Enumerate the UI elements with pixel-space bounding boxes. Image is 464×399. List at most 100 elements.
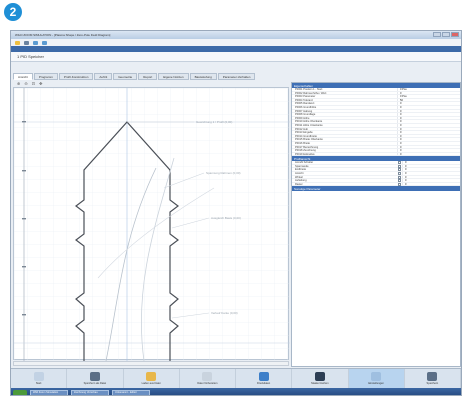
property-checkbox[interactable] <box>398 172 401 176</box>
taskbar-item[interactable]: Wild Zoom Simulation <box>30 389 68 395</box>
property-checkbox[interactable] <box>398 182 401 186</box>
action-button-2[interactable]: Laden aus Datei <box>124 369 180 388</box>
save-icon <box>427 372 438 381</box>
property-key: P0002 Rahmenhöhe / Wert <box>295 91 327 95</box>
profile-diagram[interactable]: Gewichtung 1 / Profil (0,00) Spannung Ra… <box>13 87 290 361</box>
pan-icon[interactable]: ✥ <box>39 81 42 86</box>
taskbar-item[interactable]: Zeichnung Vorschau <box>71 389 109 395</box>
tab-5[interactable]: Report <box>138 73 158 80</box>
minimize-button[interactable] <box>433 32 441 37</box>
property-checkbox[interactable] <box>398 175 401 179</box>
property-checkbox[interactable] <box>398 179 401 183</box>
horizontal-scrollbar[interactable] <box>13 361 289 366</box>
print-icon <box>258 372 269 381</box>
property-key: P0007 Haltung <box>295 109 313 113</box>
clock-icon <box>202 372 213 381</box>
property-value[interactable]: 0 <box>397 131 460 134</box>
property-key: P0005 Randwert <box>295 102 315 106</box>
undo-icon[interactable] <box>33 40 38 45</box>
diagram-svg: Gewichtung 1 / Profil (0,00) Spannung Ra… <box>14 88 290 361</box>
action-button-0[interactable]: Start <box>11 369 68 388</box>
property-value[interactable]: 0 <box>402 161 460 164</box>
property-key: P0001 Position 1 - Start <box>295 88 323 91</box>
property-value[interactable]: 0 <box>397 91 460 94</box>
property-checkbox[interactable] <box>398 164 401 168</box>
action-label: Maske löschen <box>311 382 329 385</box>
tab-1[interactable]: Programm <box>33 73 58 80</box>
tab-0[interactable]: Ansicht <box>13 73 33 80</box>
tab-4[interactable]: Geometrie <box>113 73 138 80</box>
action-button-4[interactable]: Druckdaten <box>236 369 293 388</box>
folder-icon[interactable] <box>15 40 20 45</box>
property-key: P0004 Toleranz <box>295 98 313 102</box>
tab-6[interactable]: Eigene Notizen <box>158 73 189 80</box>
save-icon[interactable] <box>24 40 29 45</box>
property-value[interactable]: 0 <box>397 105 460 109</box>
fit-icon[interactable]: ⊡ <box>32 81 35 86</box>
property-value[interactable]: 0 <box>402 175 460 178</box>
action-button-7[interactable]: Speichern <box>405 369 461 388</box>
taskbar-item[interactable]: Unbenannt - Editor <box>112 389 150 395</box>
property-value[interactable]: 0 <box>397 116 460 120</box>
action-label: Druckdaten <box>256 382 271 385</box>
property-value[interactable]: 0 <box>397 113 460 116</box>
tab-bar: Ansicht Programm Profil-Konstruktion Auftri… <box>13 73 461 80</box>
tab-3[interactable]: Auftrit <box>94 73 113 80</box>
property-value[interactable]: 0 <box>397 149 460 152</box>
property-key: P0012 Hub <box>295 127 308 131</box>
save-icon <box>89 372 100 381</box>
property-key: P0010 Höhe Oberkante <box>295 120 323 124</box>
property-value[interactable]: 0 <box>397 134 460 138</box>
property-value[interactable]: 0 <box>397 141 460 145</box>
property-key: P0018 Zuordnung <box>295 149 316 153</box>
property-value[interactable]: 0 <box>402 179 460 182</box>
title-bar: WILD ZOOM SIMULATION - [Plasma Shape / Z… <box>11 31 461 39</box>
property-value[interactable]: 0 Pos <box>397 88 460 91</box>
property-value[interactable]: 0 Pos <box>397 95 460 98</box>
tab-8[interactable]: Parameter-Verhalten <box>217 73 256 80</box>
app-window: WILD ZOOM SIMULATION - [Plasma Shape / Z… <box>10 30 462 396</box>
property-value[interactable]: 0 <box>397 127 460 130</box>
zoom-out-icon[interactable]: ⊖ <box>24 81 27 86</box>
property-value[interactable]: 0 <box>397 145 460 148</box>
action-button-3[interactable]: Datei Vorbereiten <box>180 369 236 388</box>
action-bar: Start Speichern als Datei Laden aus Datei D… <box>11 368 461 388</box>
property-value[interactable]: 0 <box>402 172 460 175</box>
action-label: Laden aus Datei <box>141 382 161 385</box>
close-button[interactable] <box>451 32 459 37</box>
action-button-6[interactable]: Einstellungen <box>348 369 405 388</box>
property-key: P0011 Höhe Unterkante <box>295 123 323 127</box>
property-value[interactable]: 0 <box>402 168 460 171</box>
action-button-1[interactable]: Speichern als Datei <box>67 369 124 388</box>
property-value[interactable]: 0 <box>402 182 460 186</box>
property-value[interactable]: 0 <box>397 152 460 155</box>
property-value[interactable]: 0 <box>397 123 460 127</box>
property-value[interactable]: 50 <box>397 98 460 102</box>
property-value[interactable]: 0 <box>397 109 460 112</box>
property-checkbox[interactable] <box>398 168 401 172</box>
window-title: WILD ZOOM SIMULATION - [Plasma Shape / Z… <box>15 33 111 37</box>
property-key: Raster <box>295 182 303 186</box>
tab-7[interactable]: Basisstufung <box>189 73 217 80</box>
property-key: P0013 Eingabe <box>295 131 313 135</box>
property-key: P0009 Höhe <box>295 116 310 120</box>
annotation-2: Spannung Rahmen (0,00) <box>206 171 241 175</box>
redo-icon[interactable] <box>42 40 47 45</box>
action-button-5[interactable]: Maske löschen <box>292 369 349 388</box>
start-button[interactable] <box>13 389 27 395</box>
property-value[interactable]: 0 <box>397 102 460 105</box>
property-value[interactable]: 0 <box>397 138 460 141</box>
step-badge: 2 <box>4 3 22 21</box>
zoom-in-icon[interactable]: ⊕ <box>17 81 20 86</box>
property-checkbox[interactable] <box>398 161 401 165</box>
property-key: Aufteilung <box>295 179 307 183</box>
property-value[interactable]: 0 <box>402 164 460 168</box>
property-key: Endbreite <box>295 168 307 172</box>
disc-icon <box>33 372 44 381</box>
property-value[interactable]: 0 <box>397 120 460 123</box>
maximize-button[interactable] <box>442 32 450 37</box>
tab-2[interactable]: Profil-Konstruktion <box>58 73 94 80</box>
property-key: P0019 Eckradius <box>295 152 315 156</box>
taskbar: Wild Zoom Simulation Zeichnung Vorschau … <box>11 388 461 395</box>
record-icon <box>314 372 325 381</box>
